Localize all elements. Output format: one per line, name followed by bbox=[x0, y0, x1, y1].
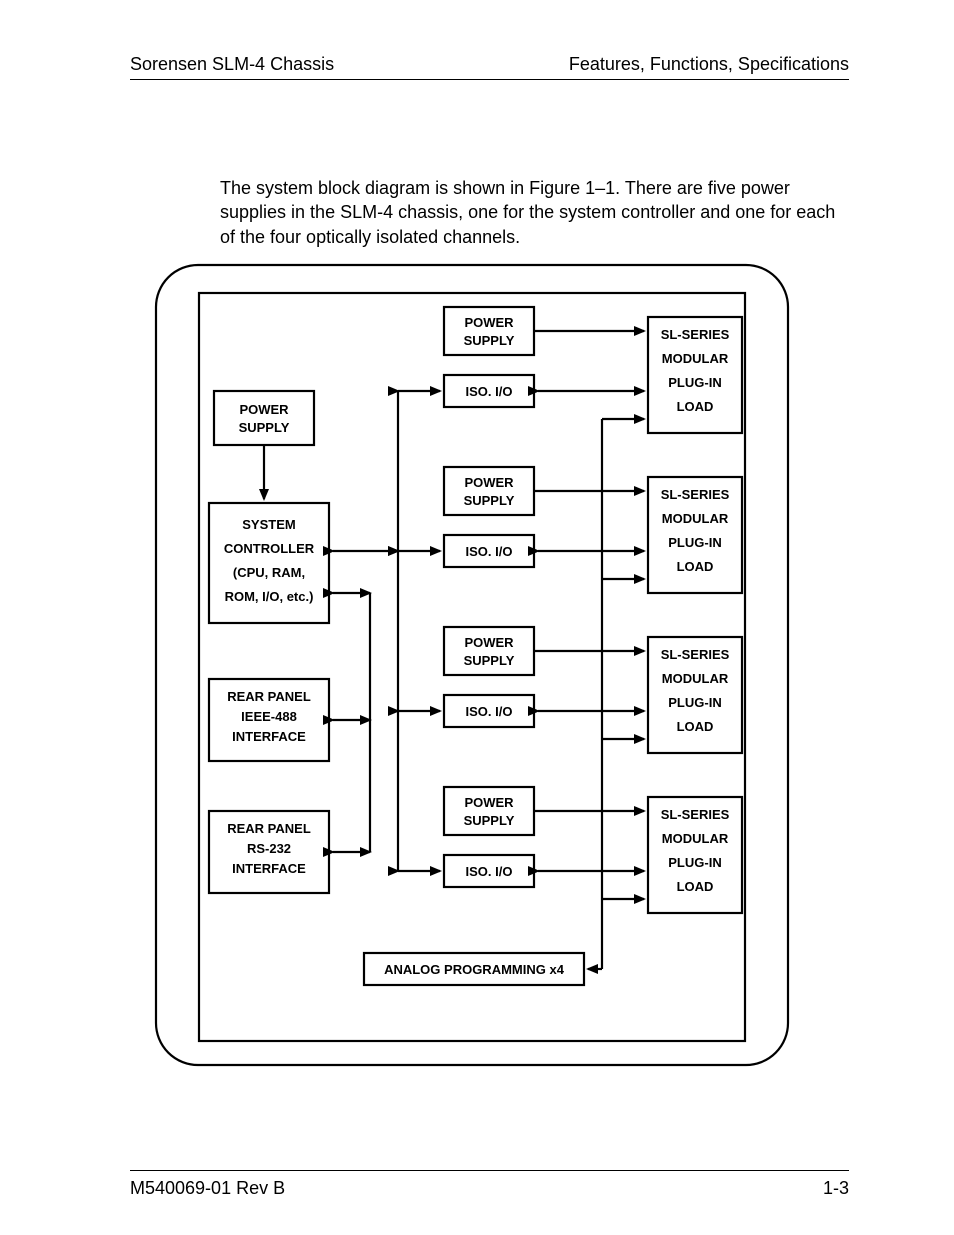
svg-text:MODULAR: MODULAR bbox=[662, 511, 729, 526]
block-rear-panel-rs232: REAR PANEL RS-232 INTERFACE bbox=[209, 811, 329, 893]
channel-3: POWER SUPPLY ISO. I/O SL-SERIES MODULAR … bbox=[398, 627, 742, 753]
svg-text:INTERFACE: INTERFACE bbox=[232, 861, 306, 876]
svg-text:CONTROLLER: CONTROLLER bbox=[224, 541, 315, 556]
channel-4: POWER SUPPLY ISO. I/O SL-SERIES MODULAR … bbox=[398, 787, 742, 913]
header-left: Sorensen SLM-4 Chassis bbox=[130, 54, 334, 75]
svg-text:LOAD: LOAD bbox=[677, 879, 714, 894]
block-power-supply-controller: POWER SUPPLY bbox=[214, 391, 314, 445]
intro-paragraph: The system block diagram is shown in Fig… bbox=[220, 176, 849, 249]
svg-text:RS-232: RS-232 bbox=[247, 841, 291, 856]
svg-text:MODULAR: MODULAR bbox=[662, 351, 729, 366]
svg-text:SUPPLY: SUPPLY bbox=[464, 653, 515, 668]
svg-text:ISO. I/O: ISO. I/O bbox=[466, 544, 513, 559]
footer-rule bbox=[130, 1170, 849, 1171]
svg-text:SUPPLY: SUPPLY bbox=[239, 420, 290, 435]
svg-text:ISO. I/O: ISO. I/O bbox=[466, 704, 513, 719]
svg-text:REAR PANEL: REAR PANEL bbox=[227, 689, 311, 704]
svg-text:SL-SERIES: SL-SERIES bbox=[661, 807, 730, 822]
svg-text:ISO. I/O: ISO. I/O bbox=[466, 384, 513, 399]
svg-text:MODULAR: MODULAR bbox=[662, 671, 729, 686]
svg-text:POWER: POWER bbox=[464, 635, 514, 650]
svg-text:SUPPLY: SUPPLY bbox=[464, 333, 515, 348]
svg-text:PLUG-IN: PLUG-IN bbox=[668, 695, 721, 710]
svg-text:ISO. I/O: ISO. I/O bbox=[466, 864, 513, 879]
svg-text:ROM, I/O, etc.): ROM, I/O, etc.) bbox=[225, 589, 314, 604]
svg-text:SL-SERIES: SL-SERIES bbox=[661, 647, 730, 662]
page-footer: M540069-01 Rev B 1-3 bbox=[130, 1178, 849, 1199]
svg-text:SL-SERIES: SL-SERIES bbox=[661, 327, 730, 342]
svg-text:SYSTEM: SYSTEM bbox=[242, 517, 295, 532]
svg-text:MODULAR: MODULAR bbox=[662, 831, 729, 846]
svg-text:INTERFACE: INTERFACE bbox=[232, 729, 306, 744]
svg-text:SUPPLY: SUPPLY bbox=[464, 813, 515, 828]
svg-text:LOAD: LOAD bbox=[677, 559, 714, 574]
block-analog-programming: ANALOG PROGRAMMING x4 bbox=[364, 953, 584, 985]
svg-text:REAR PANEL: REAR PANEL bbox=[227, 821, 311, 836]
svg-text:LOAD: LOAD bbox=[677, 719, 714, 734]
header-right: Features, Functions, Specifications bbox=[569, 54, 849, 75]
svg-text:POWER: POWER bbox=[464, 315, 514, 330]
svg-text:ANALOG PROGRAMMING x4: ANALOG PROGRAMMING x4 bbox=[384, 962, 565, 977]
page-header: Sorensen SLM-4 Chassis Features, Functio… bbox=[130, 54, 849, 80]
footer-doc-id: M540069-01 Rev B bbox=[130, 1178, 285, 1199]
svg-text:IEEE-488: IEEE-488 bbox=[241, 709, 297, 724]
svg-text:POWER: POWER bbox=[239, 402, 289, 417]
svg-text:LOAD: LOAD bbox=[677, 399, 714, 414]
svg-text:SL-SERIES: SL-SERIES bbox=[661, 487, 730, 502]
svg-text:POWER: POWER bbox=[464, 475, 514, 490]
block-system-controller: SYSTEM CONTROLLER (CPU, RAM, ROM, I/O, e… bbox=[209, 503, 329, 623]
channel-1: POWER SUPPLY ISO. I/O SL-SERIES MODULAR … bbox=[398, 307, 742, 433]
svg-text:POWER: POWER bbox=[464, 795, 514, 810]
svg-text:PLUG-IN: PLUG-IN bbox=[668, 535, 721, 550]
channel-2: POWER SUPPLY ISO. I/O SL-SERIES MODULAR … bbox=[398, 467, 742, 593]
svg-text:PLUG-IN: PLUG-IN bbox=[668, 375, 721, 390]
footer-page-number: 1-3 bbox=[823, 1178, 849, 1199]
block-rear-panel-ieee488: REAR PANEL IEEE-488 INTERFACE bbox=[209, 679, 329, 761]
block-diagram: POWER SUPPLY SYSTEM CONTROLLER (CPU, RAM… bbox=[154, 263, 790, 1068]
svg-text:SUPPLY: SUPPLY bbox=[464, 493, 515, 508]
svg-text:(CPU, RAM,: (CPU, RAM, bbox=[233, 565, 305, 580]
svg-text:PLUG-IN: PLUG-IN bbox=[668, 855, 721, 870]
